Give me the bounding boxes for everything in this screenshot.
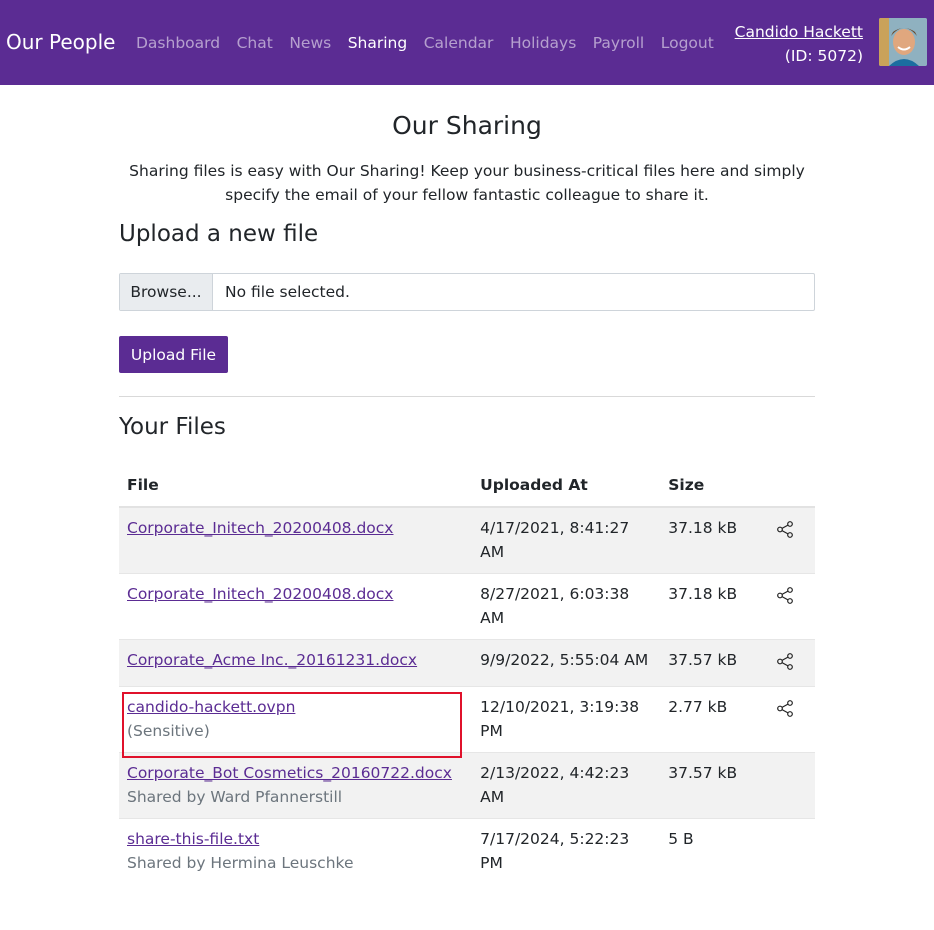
file-link[interactable]: share-this-file.txt [127,830,259,848]
file-size: 5 B [660,818,755,884]
share-icon[interactable] [776,699,794,717]
file-link[interactable]: Corporate_Acme Inc._20161231.docx [127,651,417,669]
user-info: Candido Hackett (ID: 5072) [735,20,863,68]
browse-button[interactable]: Browse... [120,274,213,310]
brand-logo-text[interactable]: Our People [6,30,115,54]
file-picker[interactable]: Browse... No file selected. [119,273,815,311]
uploaded-at: 7/17/2024, 5:22:23 PM [472,818,661,884]
nav-link-holidays[interactable]: Holidays [510,33,576,53]
user-profile-link[interactable]: Candido Hackett [735,23,863,41]
nav-link-news[interactable]: News [289,33,331,53]
section-divider [119,396,815,397]
table-header-row: File Uploaded At Size [119,465,815,508]
file-link[interactable]: Corporate_Initech_20200408.docx [127,519,393,537]
avatar-photo-icon [879,18,927,66]
file-size: 2.77 kB [660,686,755,753]
nav-link-chat[interactable]: Chat [237,33,273,53]
file-note: (Sensitive) [127,722,210,740]
file-link[interactable]: Corporate_Bot Cosmetics_20160722.docx [127,764,452,782]
column-header-actions [754,465,815,508]
table-row: candido-hackett.ovpn (Sensitive) 12/10/20… [119,686,815,753]
nav-link-payroll[interactable]: Payroll [593,33,644,53]
uploaded-at: 8/27/2021, 6:03:38 AM [472,573,661,640]
table-row: Corporate_Initech_20200408.docx 8/27/202… [119,573,815,640]
upload-file-button[interactable]: Upload File [119,336,228,373]
column-header-size: Size [660,465,755,508]
file-size: 37.57 kB [660,639,755,687]
table-row: share-this-file.txt Shared by Hermina Leu… [119,818,815,884]
share-icon[interactable] [776,652,794,670]
uploaded-at: 2/13/2022, 4:42:23 AM [472,752,661,819]
upload-heading: Upload a new file [119,221,319,247]
share-icon[interactable] [776,586,794,604]
uploaded-at: 12/10/2021, 3:19:38 PM [472,686,661,753]
empty-action-cell [754,752,815,819]
nav-link-calendar[interactable]: Calendar [424,33,494,53]
top-navbar: Our People Dashboard Chat News Sharing C… [0,0,934,85]
table-row: Corporate_Acme Inc._20161231.docx 9/9/20… [119,639,815,687]
column-header-file: File [119,465,473,508]
page-title: Our Sharing [392,111,542,140]
uploaded-at: 4/17/2021, 8:41:27 AM [472,506,661,574]
share-icon[interactable] [776,520,794,538]
nav-link-dashboard[interactable]: Dashboard [136,33,220,53]
user-id: (ID: 5072) [784,47,863,65]
file-link[interactable]: Corporate_Initech_20200408.docx [127,585,393,603]
file-status-text: No file selected. [225,283,350,301]
nav-link-logout[interactable]: Logout [661,33,714,53]
table-row: Corporate_Bot Cosmetics_20160722.docx Sha… [119,752,815,819]
column-header-uploaded-at: Uploaded At [472,465,661,508]
file-size: 37.57 kB [660,752,755,819]
your-files-heading: Your Files [119,414,226,440]
nav-links: Dashboard Chat News Sharing Calendar Hol… [136,33,730,53]
file-size: 37.18 kB [660,573,755,640]
file-link[interactable]: candido-hackett.ovpn [127,698,295,716]
empty-action-cell [754,818,815,884]
uploaded-at: 9/9/2022, 5:55:04 AM [472,639,661,687]
shared-by-note: Shared by Hermina Leuschke [127,854,354,872]
avatar[interactable] [879,18,927,66]
table-row: Corporate_Initech_20200408.docx 4/17/202… [119,506,815,574]
page-description: Sharing files is easy with Our Sharing! … [129,162,805,204]
nav-link-sharing[interactable]: Sharing [348,33,408,53]
file-size: 37.18 kB [660,506,755,574]
files-table: File Uploaded At Size Corporate_Initech_… [119,465,815,884]
shared-by-note: Shared by Ward Pfannerstill [127,788,343,806]
